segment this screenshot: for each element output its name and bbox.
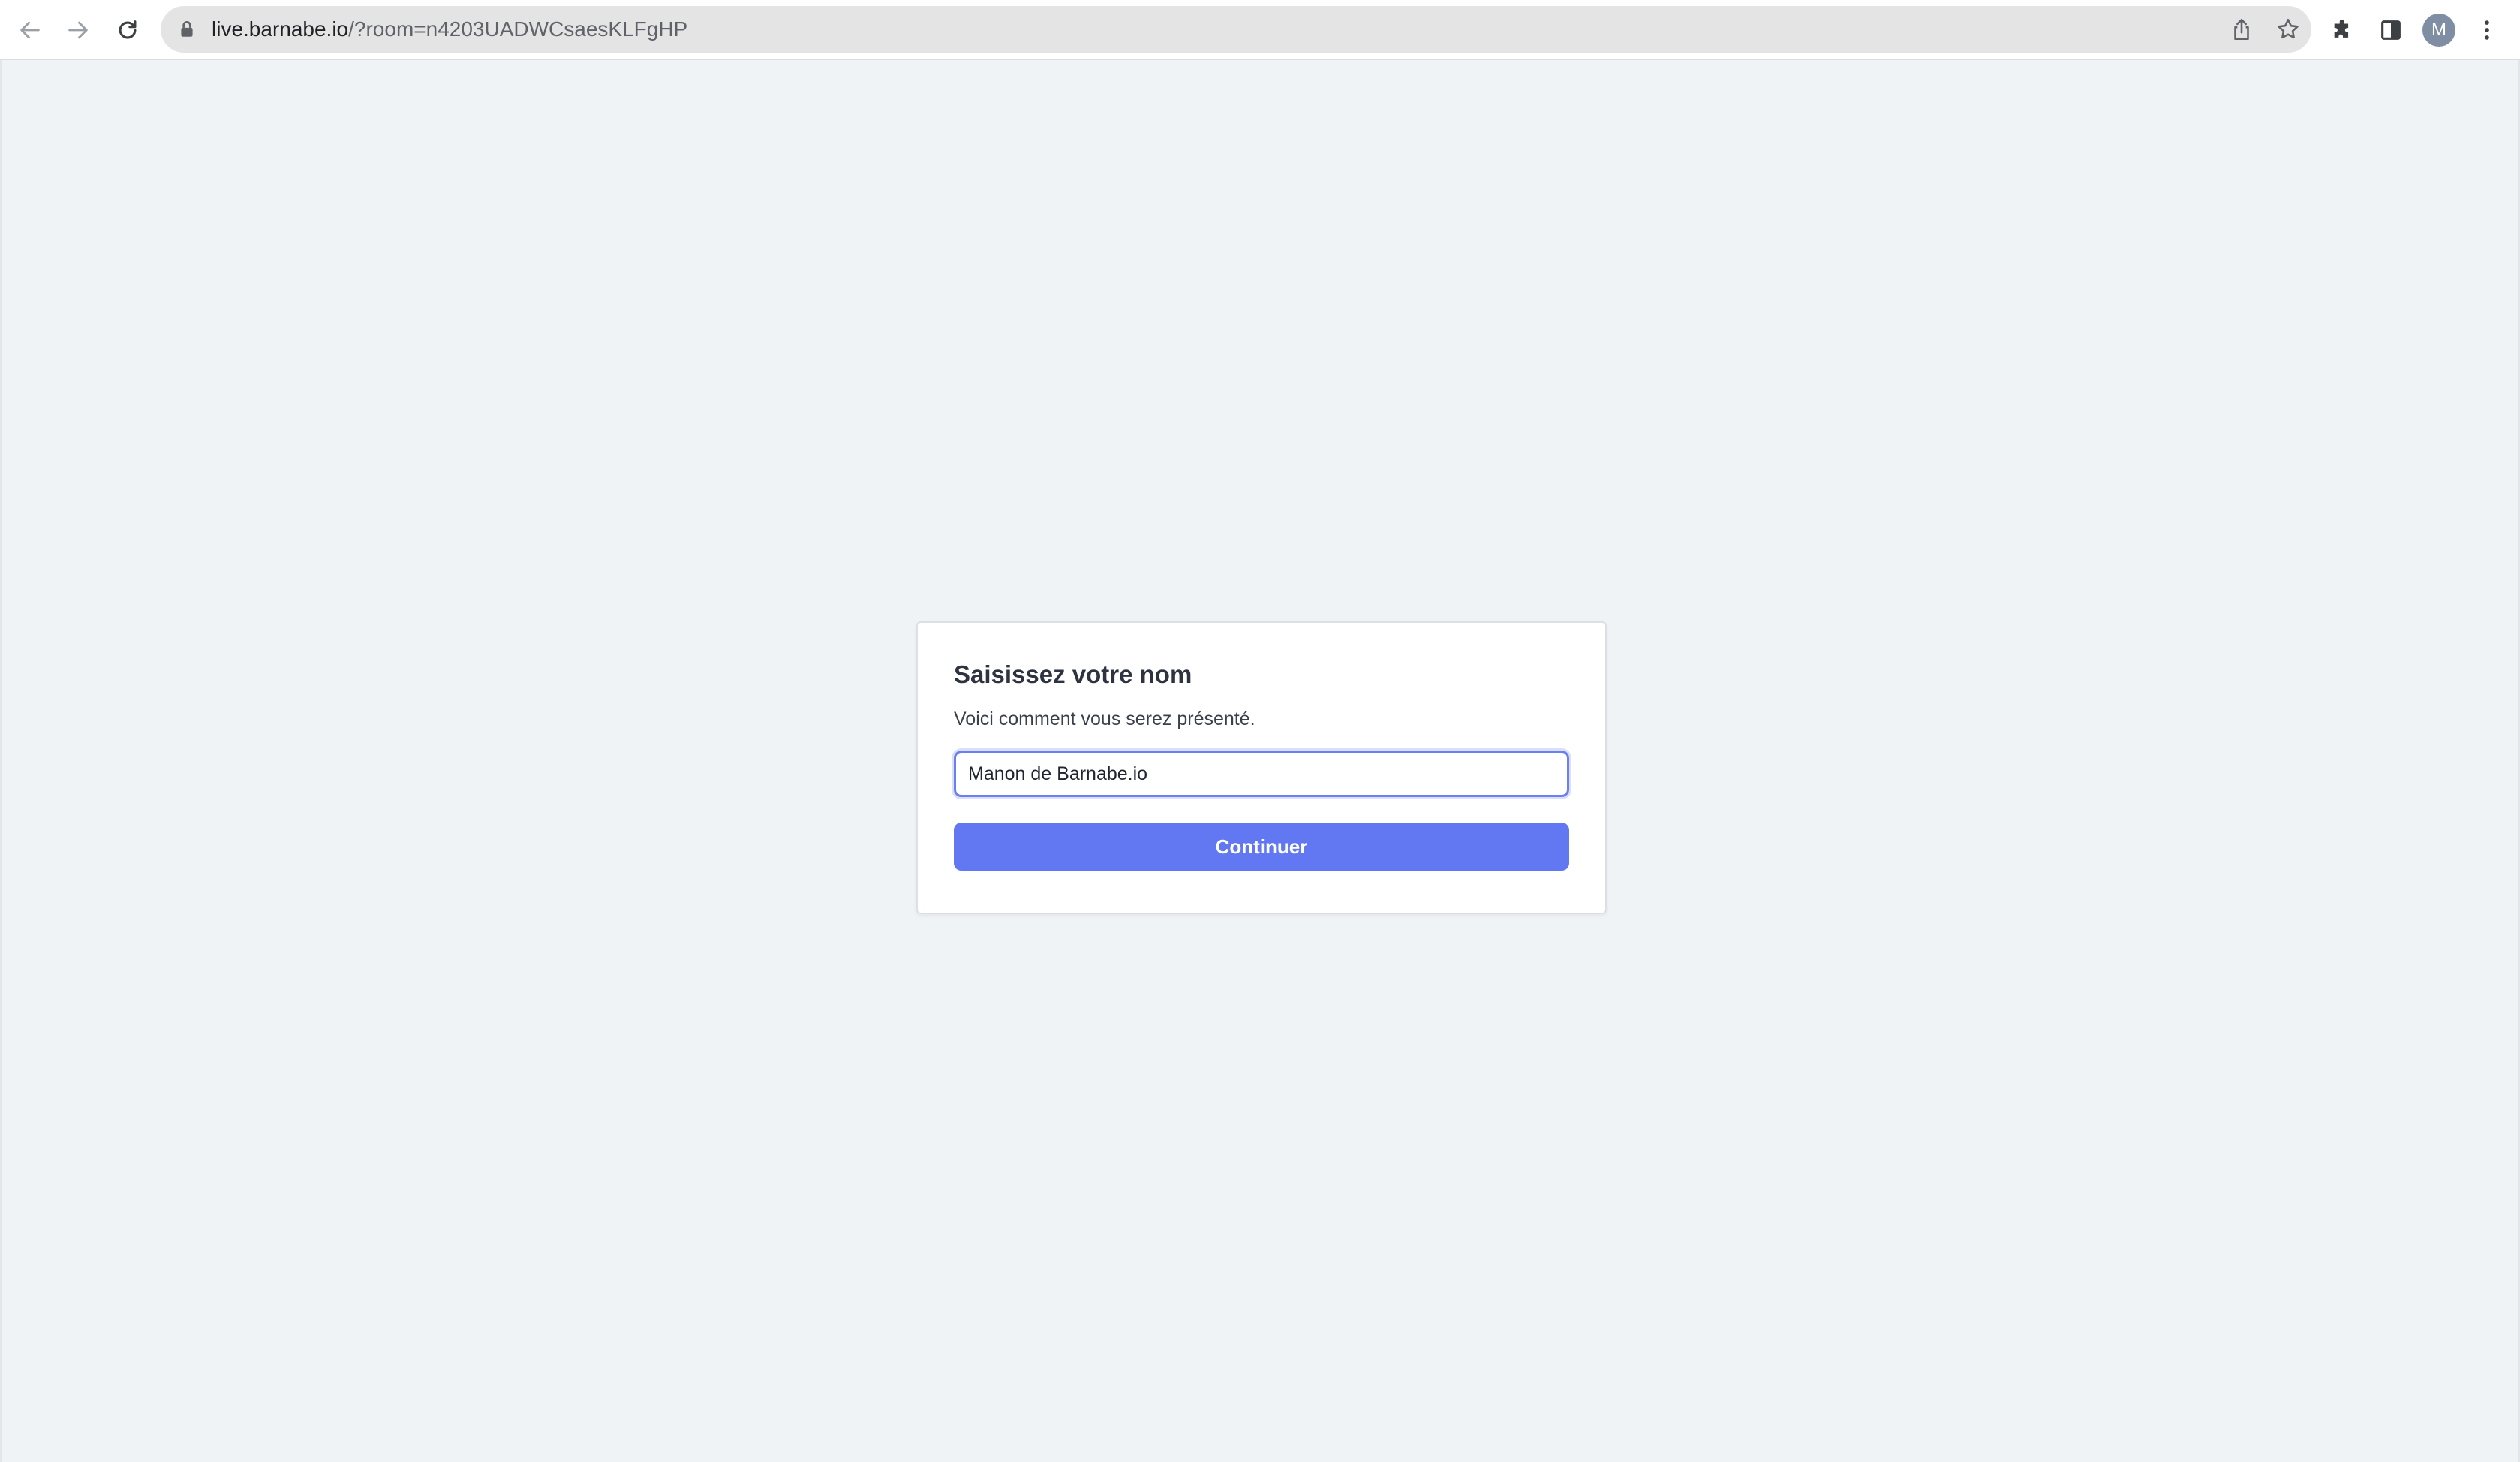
dialog-title: Saisissez votre nom	[954, 660, 1192, 688]
puzzle-icon	[2334, 19, 2349, 38]
profile-avatar[interactable]: M	[2422, 14, 2455, 47]
side-panel-icon	[2381, 20, 2401, 40]
reload-icon	[119, 20, 137, 39]
side-panel-button[interactable]	[2373, 12, 2409, 48]
reload-button[interactable]	[110, 12, 146, 48]
name-input[interactable]	[954, 751, 1569, 797]
kebab-menu-icon	[2485, 20, 2489, 40]
extensions-button[interactable]	[2325, 12, 2361, 48]
dialog-subtitle: Voici comment vous serez présenté.	[954, 708, 1255, 729]
star-icon[interactable]	[2275, 17, 2301, 42]
url-text[interactable]: live.barnabe.io/?room=n4203UADWCsaesKLFg…	[212, 6, 687, 53]
forward-button[interactable]	[60, 12, 96, 48]
url-host: live.barnabe.io	[212, 17, 349, 41]
back-button[interactable]	[12, 12, 48, 48]
url-path: /?room=n4203UADWCsaesKLFgHP	[348, 17, 688, 41]
page-content: Saisissez votre nom Voici comment vous s…	[0, 60, 2520, 1462]
arrow-left-icon	[20, 21, 40, 39]
continue-button[interactable]: Continuer	[954, 823, 1569, 871]
lock-icon[interactable]	[177, 20, 197, 39]
share-icon[interactable]	[2229, 17, 2254, 42]
browser-menu-button[interactable]	[2469, 12, 2505, 48]
arrow-right-icon	[68, 21, 88, 39]
address-bar[interactable]: live.barnabe.io/?room=n4203UADWCsaesKLFg…	[161, 6, 2311, 53]
browser-toolbar: live.barnabe.io/?room=n4203UADWCsaesKLFg…	[0, 0, 2520, 60]
name-dialog: Saisissez votre nom Voici comment vous s…	[916, 621, 1607, 914]
